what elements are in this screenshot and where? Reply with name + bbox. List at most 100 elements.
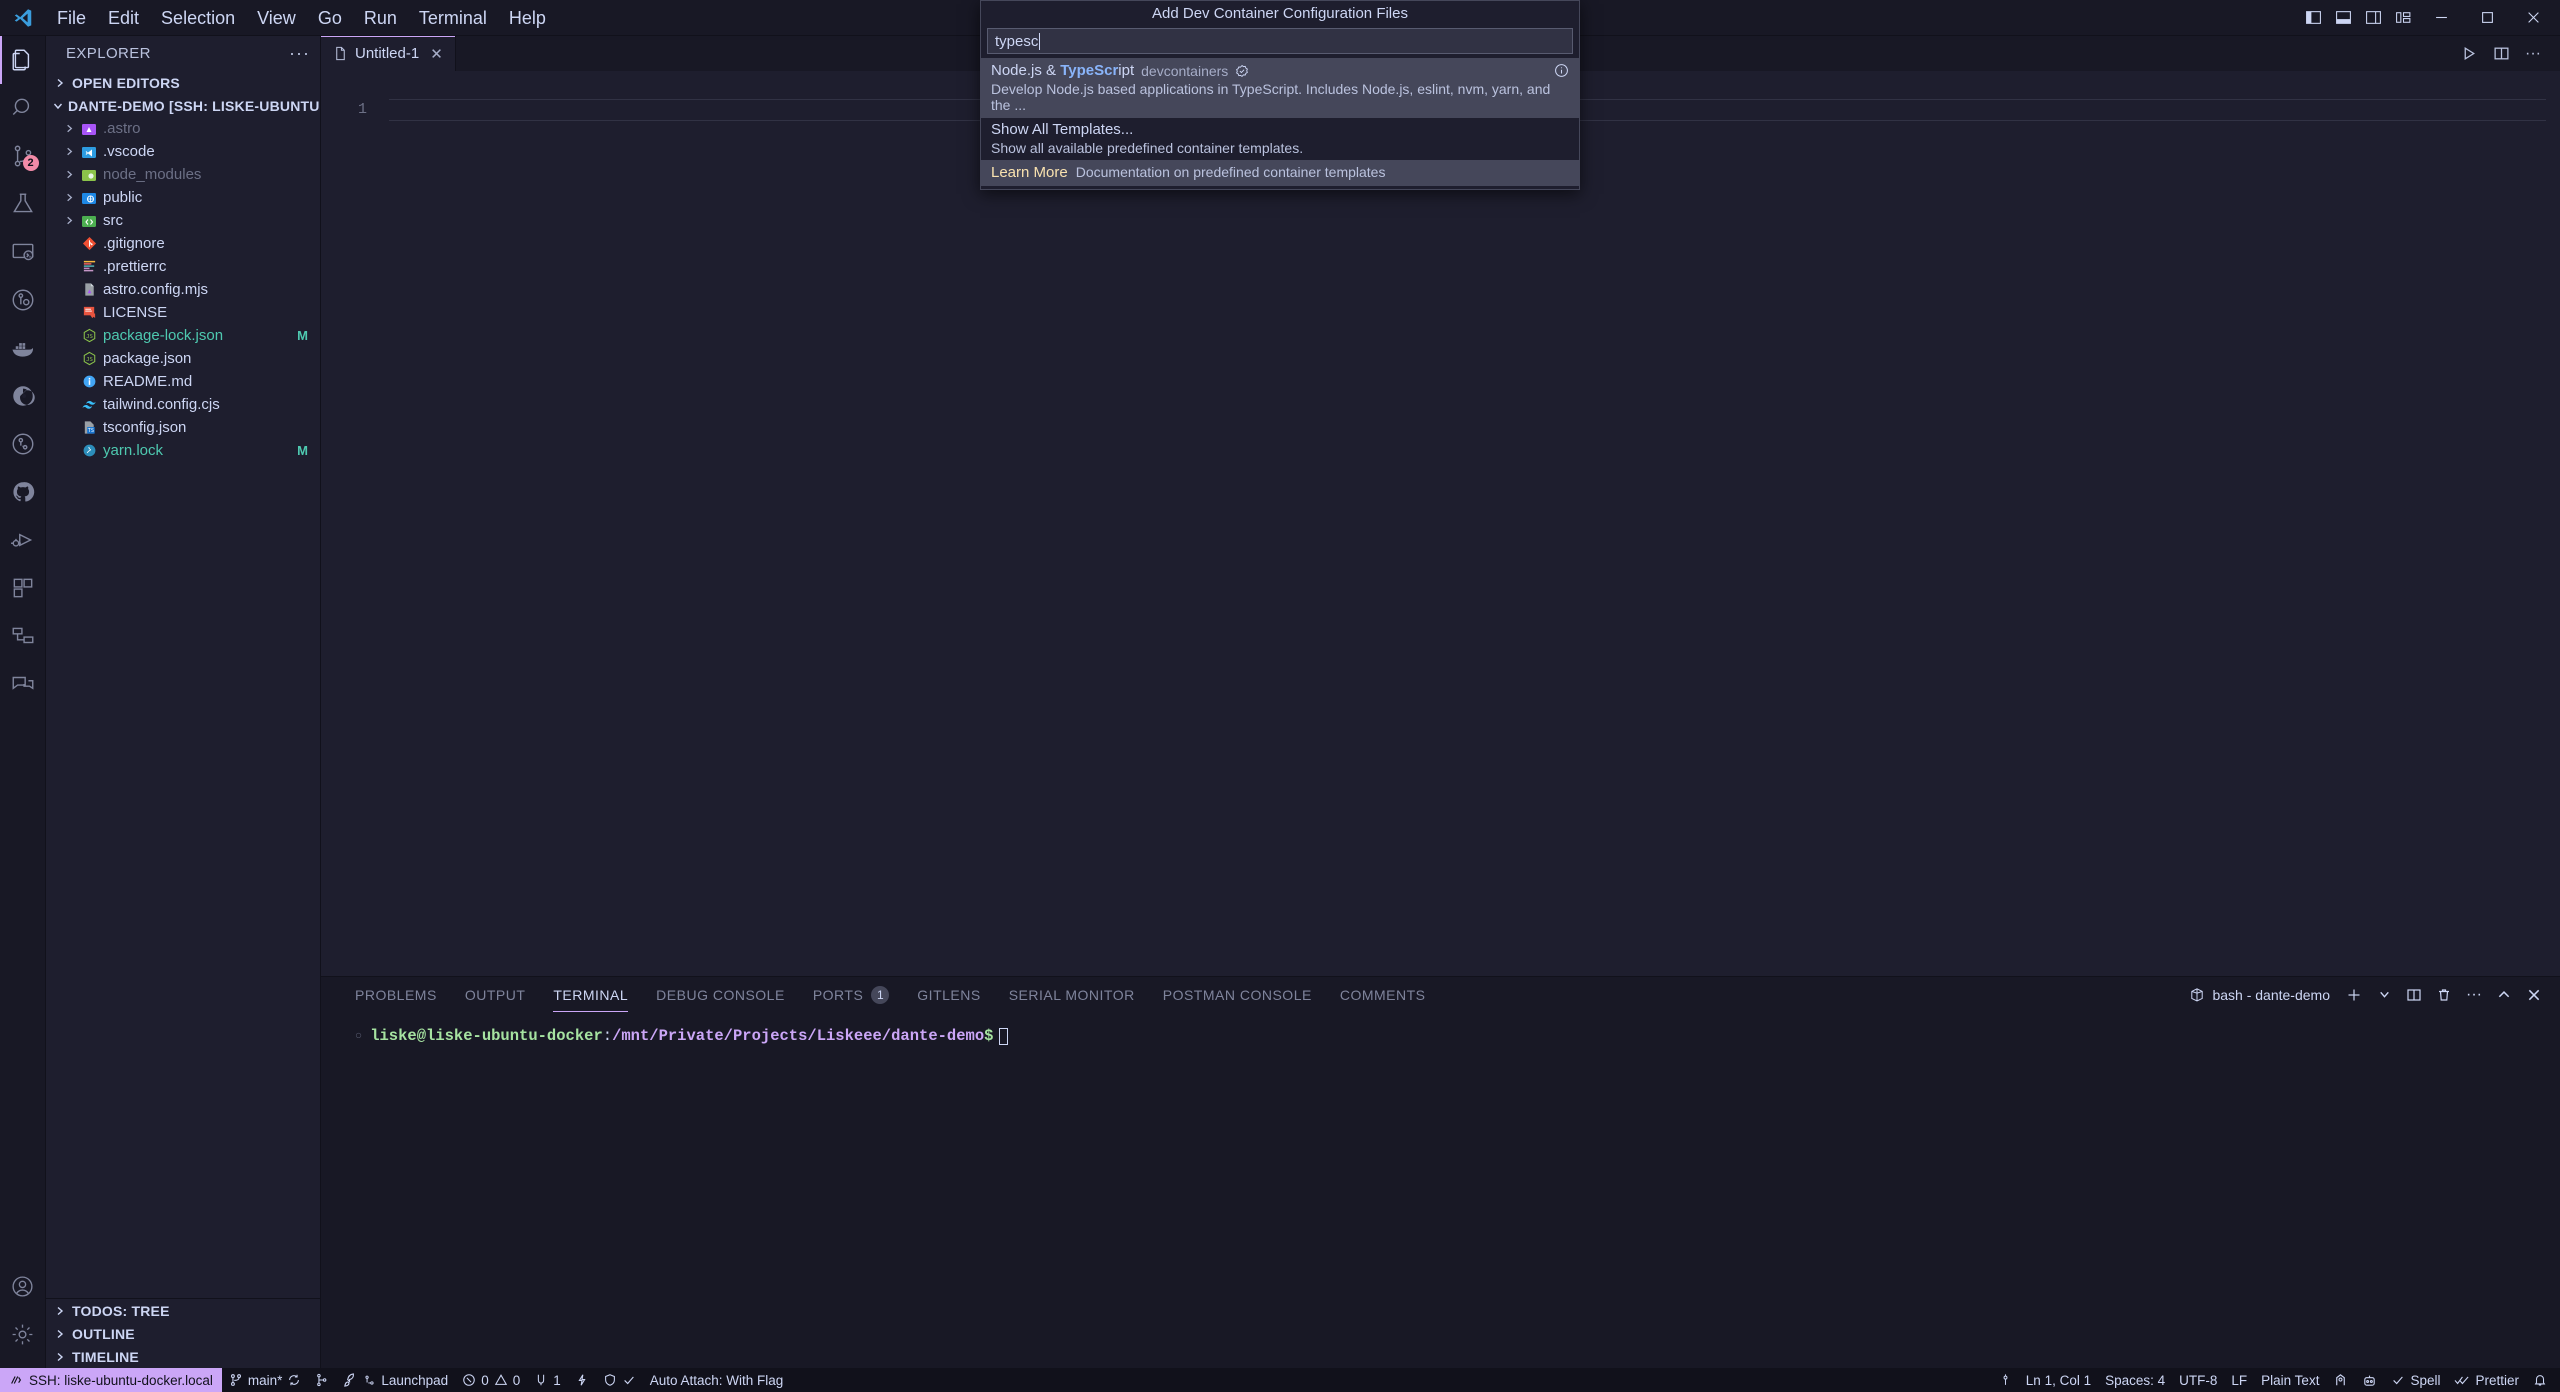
toggle-primary-sidebar-icon[interactable]	[2298, 0, 2328, 36]
maximize-panel-icon[interactable]	[2490, 980, 2518, 1010]
tree-row[interactable]: LICENSE	[46, 301, 320, 324]
menu-go[interactable]: Go	[307, 0, 353, 36]
terminal-body[interactable]: ○ liske@liske-ubuntu-docker : /mnt/Priva…	[321, 1012, 2560, 1368]
activity-item-gitlens[interactable]	[0, 420, 46, 468]
activity-item-postman[interactable]	[0, 372, 46, 420]
panel-tab-ports[interactable]: PORTS 1	[813, 977, 890, 1012]
status-auto-attach[interactable]: Auto Attach: With Flag	[643, 1368, 791, 1392]
close-icon[interactable]: ✕	[430, 45, 443, 63]
status-indentation[interactable]: Spaces: 4	[2098, 1368, 2172, 1392]
menu-edit[interactable]: Edit	[97, 0, 150, 36]
status-zap[interactable]	[568, 1368, 596, 1392]
status-prettier[interactable]: Prettier	[2447, 1368, 2526, 1392]
section-project-root[interactable]: DANTE-DEMO [SSH: LISKE-UBUNTU-DOCKER.LOC…	[46, 94, 320, 117]
maximize-icon[interactable]	[2464, 0, 2510, 36]
terminal-selector[interactable]: bash - dante-demo	[2189, 987, 2330, 1003]
status-gitlens-blame[interactable]	[308, 1368, 336, 1392]
customize-layout-icon[interactable]	[2388, 0, 2418, 36]
activity-item-github[interactable]	[0, 468, 46, 516]
panel-tab-terminal[interactable]: TERMINAL	[553, 977, 628, 1012]
status-notifications[interactable]	[2526, 1368, 2554, 1392]
activity-item-settings[interactable]	[0, 1310, 46, 1358]
menu-terminal[interactable]: Terminal	[408, 0, 498, 36]
status-spell-checker[interactable]: Spell	[2384, 1368, 2447, 1392]
tree-row[interactable]: JS package-lock.json M	[46, 324, 320, 347]
activity-item-extensions[interactable]	[0, 564, 46, 612]
split-editor-icon[interactable]	[2486, 36, 2516, 71]
tree-row[interactable]: .gitignore	[46, 232, 320, 255]
new-terminal-icon[interactable]	[2340, 980, 2368, 1010]
menu-help[interactable]: Help	[498, 0, 557, 36]
activity-item-run-and-debug[interactable]	[0, 516, 46, 564]
close-panel-icon[interactable]	[2520, 980, 2548, 1010]
tree-row[interactable]: .vscode	[46, 140, 320, 163]
activity-item-remote-explorer[interactable]	[0, 228, 46, 276]
editor-scrollbar[interactable]	[2546, 93, 2560, 976]
sync-icon[interactable]	[287, 1373, 301, 1387]
tree-row[interactable]: TS tsconfig.json	[46, 416, 320, 439]
text-editor[interactable]: 1	[321, 93, 2560, 976]
activity-item-docker[interactable]	[0, 324, 46, 372]
menu-view[interactable]: View	[246, 0, 307, 36]
quick-pick-dialog[interactable]: Add Dev Container Configuration Files ty…	[980, 0, 1580, 190]
activity-item-project-manager[interactable]	[0, 612, 46, 660]
status-remote-indicator[interactable]: SSH: liske-ubuntu-docker.local	[0, 1368, 222, 1392]
close-icon[interactable]	[2510, 0, 2556, 36]
tree-row[interactable]: public	[46, 186, 320, 209]
quick-pick-input[interactable]: typesc	[987, 28, 1573, 54]
status-ports[interactable]: 1	[527, 1368, 568, 1392]
panel-tab-serial-monitor[interactable]: SERIAL MONITOR	[1009, 977, 1135, 1012]
run-icon[interactable]	[2454, 36, 2484, 71]
section-open-editors[interactable]: OPEN EDITORS	[46, 71, 320, 94]
more-actions-icon[interactable]: ···	[2518, 36, 2548, 71]
tree-row[interactable]: src	[46, 209, 320, 232]
activity-item-accounts[interactable]	[0, 1262, 46, 1310]
tree-row[interactable]: .astro	[46, 117, 320, 140]
status-shield-check[interactable]	[596, 1368, 643, 1392]
status-encoding[interactable]: UTF-8	[2172, 1368, 2224, 1392]
chevron-down-icon[interactable]	[2370, 980, 2398, 1010]
tree-row[interactable]: .prettierrc	[46, 255, 320, 278]
info-icon[interactable]	[1554, 63, 1569, 78]
status-problems[interactable]: 0 0	[455, 1368, 527, 1392]
activity-item-comments[interactable]	[0, 660, 46, 708]
status-tabnine[interactable]	[2355, 1368, 2384, 1392]
status-branch[interactable]: main*	[222, 1368, 309, 1392]
activity-item-testing[interactable]	[0, 180, 46, 228]
panel-tab-postman-console[interactable]: POSTMAN CONSOLE	[1163, 977, 1312, 1012]
tree-row[interactable]: node_modules	[46, 163, 320, 186]
status-cursor-position[interactable]: Ln 1, Col 1	[2019, 1368, 2098, 1392]
activity-item-search[interactable]	[0, 84, 46, 132]
toggle-secondary-sidebar-icon[interactable]	[2358, 0, 2388, 36]
status-language-mode[interactable]: Plain Text	[2254, 1368, 2326, 1392]
tab-untitled-1[interactable]: Untitled-1 ✕	[321, 36, 456, 71]
tree-row[interactable]: yarn.lock M	[46, 439, 320, 462]
menu-run[interactable]: Run	[353, 0, 408, 36]
section-timeline[interactable]: TIMELINE	[46, 1345, 320, 1368]
more-actions-icon[interactable]: ···	[289, 43, 310, 64]
section-todos-tree[interactable]: TODOS: TREE	[46, 1299, 320, 1322]
activity-item-explorer[interactable]	[0, 36, 46, 84]
activity-item-remote-tunnel[interactable]	[0, 276, 46, 324]
tree-row[interactable]: JS package.json	[46, 347, 320, 370]
menu-selection[interactable]: Selection	[150, 0, 246, 36]
tree-row[interactable]: README.md	[46, 370, 320, 393]
panel-tab-debug-console[interactable]: DEBUG CONSOLE	[656, 977, 785, 1012]
activity-item-source-control[interactable]: 2	[0, 132, 46, 180]
toggle-panel-icon[interactable]	[2328, 0, 2358, 36]
panel-tab-comments[interactable]: COMMENTS	[1340, 977, 1426, 1012]
tree-row[interactable]: astro.config.mjs	[46, 278, 320, 301]
section-outline[interactable]: OUTLINE	[46, 1322, 320, 1345]
status-branch-indicator[interactable]	[1992, 1368, 2019, 1392]
editor-content[interactable]	[389, 93, 2560, 976]
panel-tab-output[interactable]: OUTPUT	[465, 977, 526, 1012]
quick-pick-learn-more[interactable]: Learn More Documentation on predefined c…	[981, 160, 1579, 186]
status-eol[interactable]: LF	[2224, 1368, 2254, 1392]
more-actions-icon[interactable]: ···	[2460, 980, 2488, 1010]
split-terminal-icon[interactable]	[2400, 980, 2428, 1010]
panel-tab-gitlens[interactable]: GITLENS	[917, 977, 980, 1012]
minimize-icon[interactable]	[2418, 0, 2464, 36]
status-liveshare[interactable]	[2326, 1368, 2355, 1392]
menu-file[interactable]: File	[46, 0, 97, 36]
status-launchpad[interactable]: Launchpad	[336, 1368, 455, 1392]
